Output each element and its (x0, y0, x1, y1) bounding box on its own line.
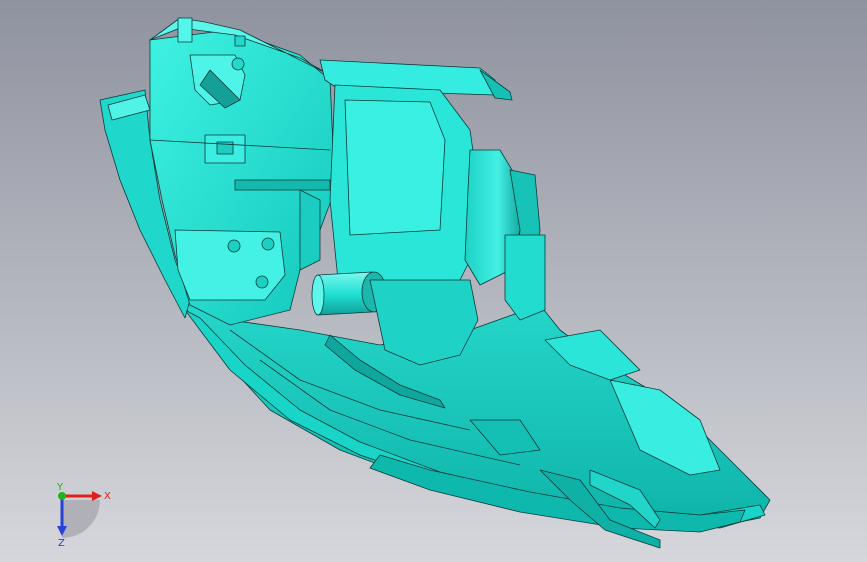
z-axis-label: Z (58, 538, 65, 548)
right-bracket (504, 234, 546, 321)
central-housing-face (344, 99, 446, 236)
x-axis-label: X (104, 491, 111, 502)
headlamp-3d-model[interactable] (0, 0, 867, 562)
clip (177, 17, 193, 43)
mount-hole (227, 239, 241, 253)
triad-shadow (62, 500, 100, 538)
orientation-triad: X Z Y (56, 482, 111, 548)
3d-graphics-viewport[interactable]: X Z Y (0, 0, 867, 562)
y-axis-label: Y (56, 482, 64, 493)
x-axis-arrow (92, 491, 102, 501)
y-axis-dot (58, 492, 66, 500)
